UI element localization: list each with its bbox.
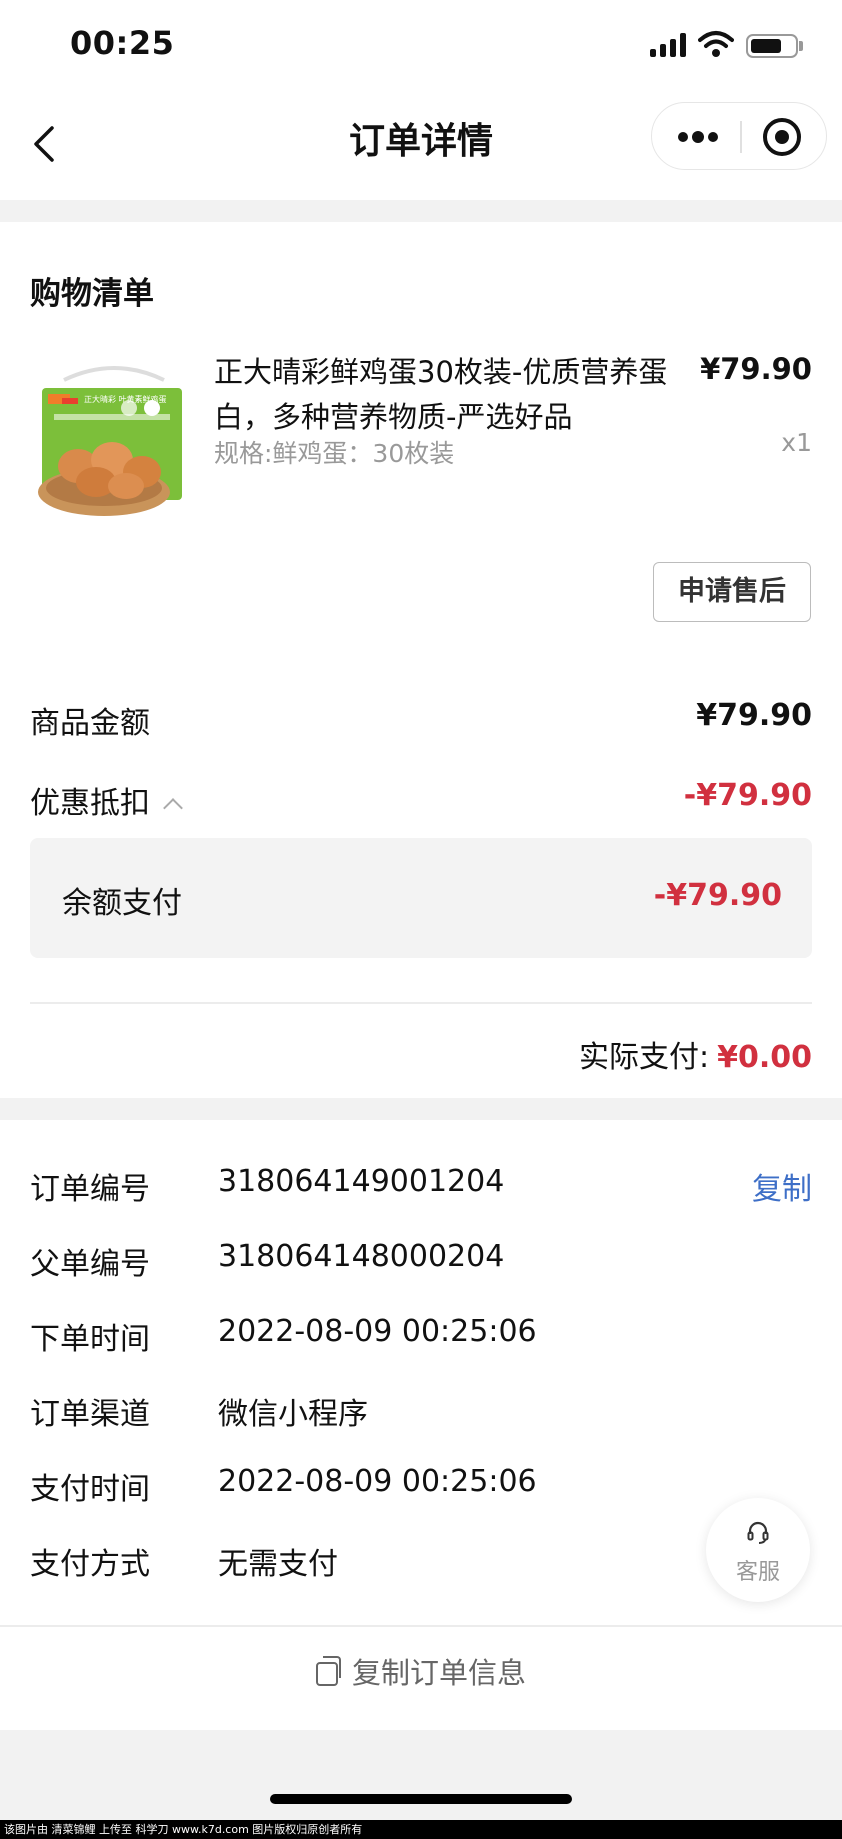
info-label: 父单编号 [30,1247,150,1282]
order-info-card: 订单编号 318064149001204 复制 父单编号 31806414800… [0,1120,842,1730]
order-number-row: 订单编号 318064149001204 复制 [0,1164,842,1224]
product-quantity: x1 [781,428,812,457]
divider [0,1625,842,1627]
goods-amount-value: ¥79.90 [696,698,812,733]
actual-payment-label: 实际支付: [578,1040,710,1075]
parent-order-value: 318064148000204 [218,1239,505,1274]
headset-icon [747,1521,769,1544]
copy-icon [315,1656,341,1686]
apply-after-sale-button[interactable]: 申请售后 [653,562,811,622]
copy-order-number-link[interactable]: 复制 [752,1164,812,1208]
close-target-icon[interactable] [763,118,801,156]
parent-order-row: 父单编号 318064148000204 [0,1239,842,1299]
info-label: 订单编号 [30,1172,150,1207]
capsule-divider [740,121,742,153]
more-dots-icon[interactable] [652,103,740,171]
discount-label: 优惠抵扣 [30,786,150,821]
copy-order-info-button[interactable]: 复制订单信息 [0,1650,842,1710]
watermark-text: 该图片由 清菜锦鲤 上传至 科学刀 www.k7d.com 图片版权归原创者所有 [0,1820,842,1839]
order-time-value: 2022-08-09 00:25:06 [218,1314,537,1349]
order-number-value: 318064149001204 [218,1164,505,1199]
customer-service-label: 客服 [735,1560,780,1585]
product-name[interactable]: 正大晴彩鲜鸡蛋30枚装-优质营养蛋白，多种营养物质-严选好品 [214,350,684,440]
product-image[interactable]: 正大晴彩 叶黄素鲜鸡蛋 [34,356,190,528]
balance-payment-value: -¥79.90 [653,878,782,913]
status-bar: 00:25 [0,0,842,90]
payment-method-value: 无需支付 [218,1547,338,1582]
info-label: 订单渠道 [30,1397,150,1432]
divider [30,1002,812,1004]
order-channel-value: 微信小程序 [218,1397,368,1432]
battery-icon [746,34,798,58]
balance-payment-label: 余额支付 [62,886,182,921]
actual-payment-value: ¥0.00 [717,1040,812,1075]
section-title: 购物清单 [30,276,154,312]
order-channel-row: 订单渠道 微信小程序 [0,1389,842,1449]
info-label: 下单时间 [30,1322,150,1357]
battery-tip [799,41,803,51]
status-time: 00:25 [70,24,175,62]
home-indicator [270,1794,572,1804]
wifi-icon [698,31,734,57]
signal-icon [650,33,686,57]
nav-bar: 订单详情 [0,90,842,200]
payment-time-row: 支付时间 2022-08-09 00:25:06 [0,1464,842,1524]
shopping-card: 购物清单 正大晴彩 叶黄素鲜鸡蛋 正大晴彩鲜鸡蛋30枚装-优质营养蛋白，多种营养… [0,222,842,1098]
info-label: 支付方式 [30,1547,150,1582]
order-time-row: 下单时间 2022-08-09 00:25:06 [0,1314,842,1374]
actual-payment: 实际支付: ¥0.00 [579,1032,812,1076]
copy-order-info-label: 复制订单信息 [351,1656,526,1690]
product-price: ¥79.90 [700,352,812,386]
mini-program-capsule [651,102,827,170]
chevron-up-icon [163,798,183,818]
customer-service-button[interactable]: 客服 [706,1498,810,1602]
discount-value: -¥79.90 [683,778,812,813]
info-label: 支付时间 [30,1472,150,1507]
discount-toggle[interactable]: 优惠抵扣 [30,778,183,822]
product-spec: 规格:鲜鸡蛋：30枚装 [214,439,455,468]
goods-amount-label: 商品金额 [30,706,150,741]
discount-detail-box: 余额支付 -¥79.90 [30,838,812,958]
payment-time-value: 2022-08-09 00:25:06 [218,1464,537,1499]
